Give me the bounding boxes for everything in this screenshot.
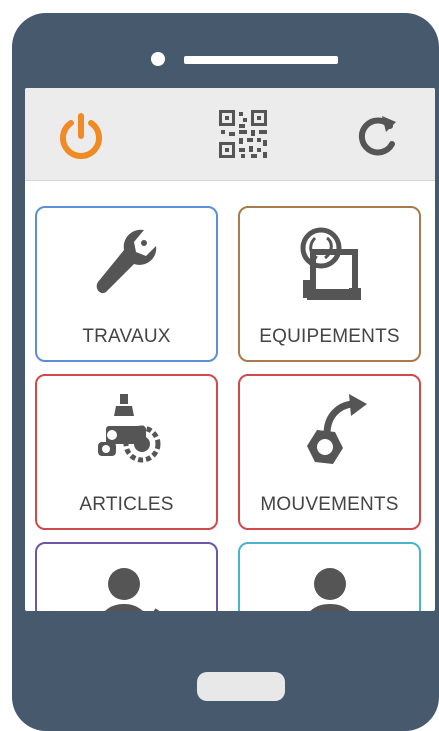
tile-label: TRAVAUX xyxy=(82,326,171,347)
refresh-icon[interactable] xyxy=(352,110,404,162)
home-button[interactable] xyxy=(197,672,285,701)
tile-label: ARTICLES xyxy=(79,494,174,515)
tile-label: MOUVEMENTS xyxy=(260,494,399,515)
movement-icon xyxy=(287,390,373,476)
parts-icon xyxy=(84,390,170,476)
tile-mouvements[interactable]: MOUVEMENTS xyxy=(238,374,421,530)
power-icon[interactable] xyxy=(55,110,107,162)
tile-travaux[interactable]: TRAVAUX xyxy=(35,206,218,362)
toolbar xyxy=(25,88,435,181)
tile-equipements[interactable]: EQUIPEMENTS xyxy=(238,206,421,362)
camera-icon xyxy=(151,52,165,66)
app-screen: TRAVAUX EQUIPEMENTS ARTICLES MOUVEMENTS xyxy=(25,88,435,611)
wrench-icon xyxy=(84,222,170,308)
equipment-icon xyxy=(287,222,373,308)
tile-person-edit[interactable] xyxy=(35,542,218,611)
qr-code-icon[interactable] xyxy=(217,108,269,160)
person-edit-icon xyxy=(84,558,170,611)
tile-person[interactable] xyxy=(238,542,421,611)
tile-label: EQUIPEMENTS xyxy=(259,326,400,347)
tile-articles[interactable]: ARTICLES xyxy=(35,374,218,530)
person-icon xyxy=(287,558,373,611)
speaker-icon xyxy=(184,56,338,64)
